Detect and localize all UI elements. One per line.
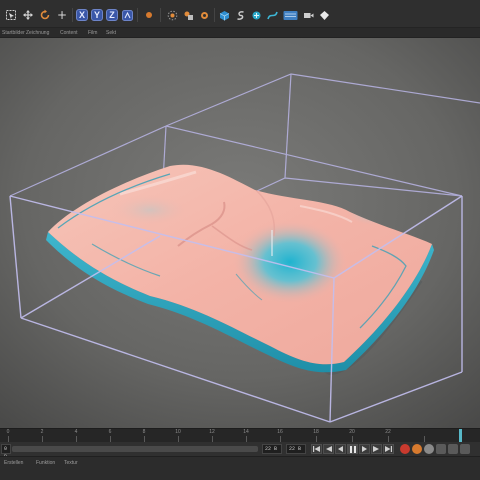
material-manager-panel: Erstellen Funktion Textur — [0, 456, 480, 480]
keyframe-selection-button[interactable] — [424, 444, 434, 454]
spline-icon[interactable] — [234, 9, 246, 21]
move-tool-icon[interactable] — [21, 9, 35, 21]
previous-frame-button[interactable] — [335, 444, 346, 454]
tab-create[interactable]: Erstellen — [4, 460, 23, 466]
menu-item[interactable]: Sekt — [106, 28, 116, 38]
end-frame-field[interactable]: 22 B — [286, 444, 306, 454]
toolbar-separator — [137, 8, 138, 22]
timeline-tick-label: 6 — [108, 429, 112, 435]
scale-tool-icon[interactable]: + — [55, 9, 69, 21]
generator-icon[interactable] — [250, 9, 262, 21]
scene-icon[interactable] — [282, 9, 298, 21]
timeline-tick-label: 0 — [6, 429, 10, 435]
timeline-tick-label: 16 — [277, 429, 283, 435]
preview-range-slider[interactable] — [12, 446, 258, 452]
menu-bar: Startbilder Zeichnung Content Film Sekt — [0, 28, 480, 38]
deformer-icon[interactable] — [266, 9, 278, 21]
scale-key-button[interactable] — [448, 444, 458, 454]
timeline-tick-label: 2 — [40, 429, 44, 435]
pause-button[interactable] — [347, 444, 358, 454]
go-to-start-button[interactable] — [311, 444, 322, 454]
previous-key-button[interactable] — [323, 444, 334, 454]
render-picture-viewer-icon[interactable] — [182, 9, 194, 21]
render-icon[interactable] — [143, 9, 155, 21]
timeline-tick-label: 4 — [74, 429, 78, 435]
axis-x-button[interactable]: X — [76, 9, 88, 21]
position-key-button[interactable] — [436, 444, 446, 454]
tab-function[interactable]: Funktion — [36, 460, 55, 466]
timeline-playhead[interactable] — [459, 429, 462, 443]
tab-texture[interactable]: Textur — [64, 460, 78, 466]
timeline-tick-label: 8 — [142, 429, 146, 435]
next-frame-button[interactable] — [359, 444, 370, 454]
start-frame-field[interactable]: 0 B — [1, 444, 11, 460]
rotation-key-button[interactable] — [460, 444, 470, 454]
timeline-tick-label: 20 — [349, 429, 355, 435]
axis-z-button[interactable]: Z — [106, 9, 118, 21]
world-coordinates-icon[interactable] — [121, 9, 133, 21]
menu-item[interactable]: Film — [88, 28, 97, 38]
transport-bar: 0 B 22 B 22 B — [0, 442, 480, 460]
rotate-tool-icon[interactable] — [38, 9, 52, 21]
3d-viewport[interactable] — [0, 38, 480, 428]
toolbar-separator — [72, 8, 73, 22]
toolbar-separator — [160, 8, 161, 22]
axis-y-button[interactable]: Y — [91, 9, 103, 21]
menu-item[interactable]: Zeichnung — [26, 28, 49, 38]
timeline-ruler[interactable]: 0 2 4 6 8 10 12 14 16 18 20 22 — [0, 428, 480, 443]
menu-item[interactable]: Startbilder — [2, 28, 25, 38]
autokey-button[interactable] — [412, 444, 422, 454]
timeline-tick-label: 18 — [313, 429, 319, 435]
render-view-icon[interactable] — [166, 9, 178, 21]
timeline-tick-label: 12 — [209, 429, 215, 435]
render-settings-icon[interactable] — [198, 9, 210, 21]
cube-primitive-icon[interactable] — [218, 9, 230, 21]
menu-item[interactable]: Content — [60, 28, 78, 38]
timeline-tick-label: 22 — [385, 429, 391, 435]
next-key-button[interactable] — [371, 444, 382, 454]
current-frame-field[interactable]: 22 B — [262, 444, 282, 454]
toolbar-separator — [214, 8, 215, 22]
main-toolbar: + X Y Z — [0, 0, 480, 28]
select-tool-icon[interactable] — [4, 9, 18, 21]
timeline-tick-label: 10 — [175, 429, 181, 435]
viewport-canvas — [0, 38, 480, 428]
record-key-button[interactable] — [400, 444, 410, 454]
camera-icon[interactable] — [302, 9, 314, 21]
timeline-tick-label: 14 — [243, 429, 249, 435]
go-to-end-button[interactable] — [383, 444, 394, 454]
light-icon[interactable] — [318, 9, 330, 21]
